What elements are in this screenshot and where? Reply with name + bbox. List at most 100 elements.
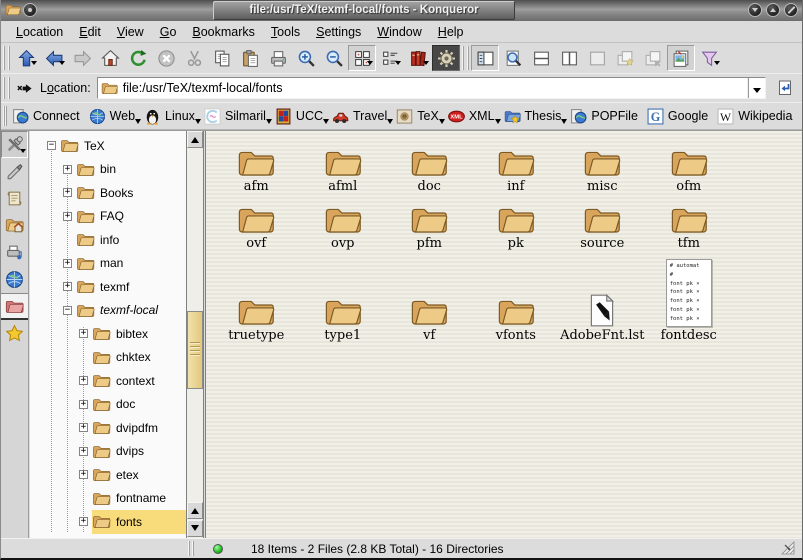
minimize-button[interactable] (748, 3, 762, 17)
tree-item-bibtex[interactable]: +bibtex (30, 322, 186, 346)
menu-bookmarks[interactable]: Bookmarks (185, 23, 262, 41)
sidebar-tab-network[interactable] (1, 266, 28, 293)
scroll-up-button[interactable] (187, 131, 203, 148)
menu-settings[interactable]: Settings (309, 23, 368, 41)
expand-expander-icon[interactable]: + (79, 517, 88, 526)
bookmark-tex[interactable]: TeX (393, 106, 445, 127)
sidebar-configure-button[interactable] (1, 131, 28, 158)
location-dropdown-button[interactable] (747, 78, 765, 98)
expand-expander-icon[interactable]: + (63, 212, 72, 221)
tree-item-dvipdfm[interactable]: +dvipdfm (30, 416, 186, 440)
bookmark-google[interactable]: Google (644, 106, 714, 127)
tree-item-texmf[interactable]: +texmf (30, 275, 186, 299)
expand-expander-icon[interactable]: + (79, 447, 88, 456)
file-item-vf[interactable]: vf (386, 251, 473, 343)
file-item-ovp[interactable]: ovp (300, 194, 387, 251)
scroll-down-button[interactable] (187, 520, 203, 537)
bookmark-ucc[interactable]: UCC (272, 106, 329, 127)
expand-expander-icon[interactable]: + (63, 259, 72, 268)
location-input[interactable]: file:/usr/TeX/texmf-local/fonts (97, 77, 766, 99)
sidebar-tab-services[interactable] (1, 239, 28, 266)
print-button[interactable] (264, 45, 292, 71)
tree-item-etex[interactable]: +etex (30, 463, 186, 487)
tree-item-chktex[interactable]: chktex (30, 346, 186, 370)
bookmarks-overflow-chevron[interactable]: » (798, 108, 803, 125)
collapse-expander-icon[interactable]: − (63, 306, 72, 315)
bookmark-connect[interactable]: Connect (9, 106, 86, 127)
expand-expander-icon[interactable]: + (63, 188, 72, 197)
extra-toolbar-drag-handle[interactable] (462, 46, 469, 69)
file-item-type1[interactable]: type1 (300, 251, 387, 343)
file-item-misc[interactable]: misc (559, 137, 646, 194)
file-item-tfm[interactable]: tfm (646, 194, 733, 251)
sidebar-tab-root-folder[interactable] (1, 293, 28, 320)
sidebar-tab-pen[interactable] (1, 158, 28, 185)
file-item-vfonts[interactable]: vfonts (473, 251, 560, 343)
file-item-pk[interactable]: pk (473, 194, 560, 251)
bookmark-silmaril[interactable]: Silmaril (201, 106, 272, 127)
tree-item-bin[interactable]: +bin (30, 158, 186, 182)
file-item-fontdesc[interactable]: # automat # font pk × font pk × font pk … (646, 251, 733, 343)
scroll-up-button-2[interactable] (187, 502, 203, 519)
find-file-button[interactable] (499, 45, 527, 71)
bookmark-linux[interactable]: Linux (141, 106, 201, 127)
home-button[interactable] (96, 45, 124, 71)
go-button[interactable] (772, 76, 798, 100)
bookmark-popfile[interactable]: POPFile (567, 106, 644, 127)
location-value[interactable]: file:/usr/TeX/texmf-local/fonts (123, 81, 747, 95)
tree-item-man[interactable]: +man (30, 252, 186, 276)
menu-help[interactable]: Help (431, 23, 471, 41)
copy-button[interactable] (208, 45, 236, 71)
titlebar[interactable]: file:/usr/TeX/texmf-local/fonts - Konque… (1, 0, 802, 21)
paste-button[interactable] (236, 45, 264, 71)
tree-item-fontname[interactable]: fontname (30, 487, 186, 511)
split-top-bottom-button[interactable] (527, 45, 555, 71)
file-item-adobefnt[interactable]: AdobeFnt.lst (559, 251, 646, 343)
tree-item-faq[interactable]: +FAQ (30, 205, 186, 229)
tree-scrollbar[interactable] (187, 131, 204, 538)
file-item-afml[interactable]: afml (300, 137, 387, 194)
resize-grip-icon[interactable] (781, 541, 796, 556)
file-item-ovf[interactable]: ovf (213, 194, 300, 251)
file-item-truetype[interactable]: truetype (213, 251, 300, 343)
tree-item-texmf-local[interactable]: −texmf-local (30, 299, 186, 323)
scrollbar-thumb[interactable] (187, 311, 203, 389)
file-item-inf[interactable]: inf (473, 137, 560, 194)
file-item-doc[interactable]: doc (386, 137, 473, 194)
zoom-in-button[interactable] (292, 45, 320, 71)
toolbar-drag-handle[interactable] (3, 46, 10, 69)
collapse-expander-icon[interactable]: − (47, 141, 56, 150)
expand-expander-icon[interactable]: + (79, 329, 88, 338)
expand-expander-icon[interactable]: + (63, 165, 72, 174)
menu-location[interactable]: Location (9, 23, 70, 41)
zoom-out-button[interactable] (320, 45, 348, 71)
menu-go[interactable]: Go (153, 23, 184, 41)
bookmark-web[interactable]: Web (86, 106, 141, 127)
tree-item-tex[interactable]: −TeX (30, 134, 186, 158)
konqueror-gear-button[interactable] (432, 45, 460, 71)
statusbar-grip[interactable] (188, 541, 194, 556)
back-button[interactable] (40, 45, 68, 71)
location-drag-handle[interactable] (3, 77, 10, 99)
expand-expander-icon[interactable]: + (79, 470, 88, 479)
tree-item-info[interactable]: info (30, 228, 186, 252)
icon-view-button[interactable] (348, 45, 376, 71)
tree-item-context[interactable]: +context (30, 369, 186, 393)
file-item-ofm[interactable]: ofm (646, 137, 733, 194)
bookmark-travel[interactable]: Travel (329, 106, 393, 127)
tree-item-dvips[interactable]: +dvips (30, 440, 186, 464)
tree-view-dropdown-icon[interactable] (395, 61, 401, 68)
sidebar-tab-history[interactable] (1, 185, 28, 212)
expand-expander-icon[interactable]: + (63, 282, 72, 291)
icon-view-dropdown-icon[interactable] (367, 61, 373, 68)
tree-view-button[interactable] (376, 45, 404, 71)
menu-tools[interactable]: Tools (264, 23, 307, 41)
back-dropdown-icon[interactable] (59, 61, 65, 68)
image-preview-button[interactable] (667, 45, 695, 71)
menu-window[interactable]: Window (370, 23, 428, 41)
sidebar-tab-home-folder[interactable] (1, 212, 28, 239)
file-item-source[interactable]: source (559, 194, 646, 251)
sidebar-toggle-button[interactable] (471, 45, 499, 71)
maximize-button[interactable] (766, 3, 780, 17)
close-button[interactable] (784, 3, 798, 17)
